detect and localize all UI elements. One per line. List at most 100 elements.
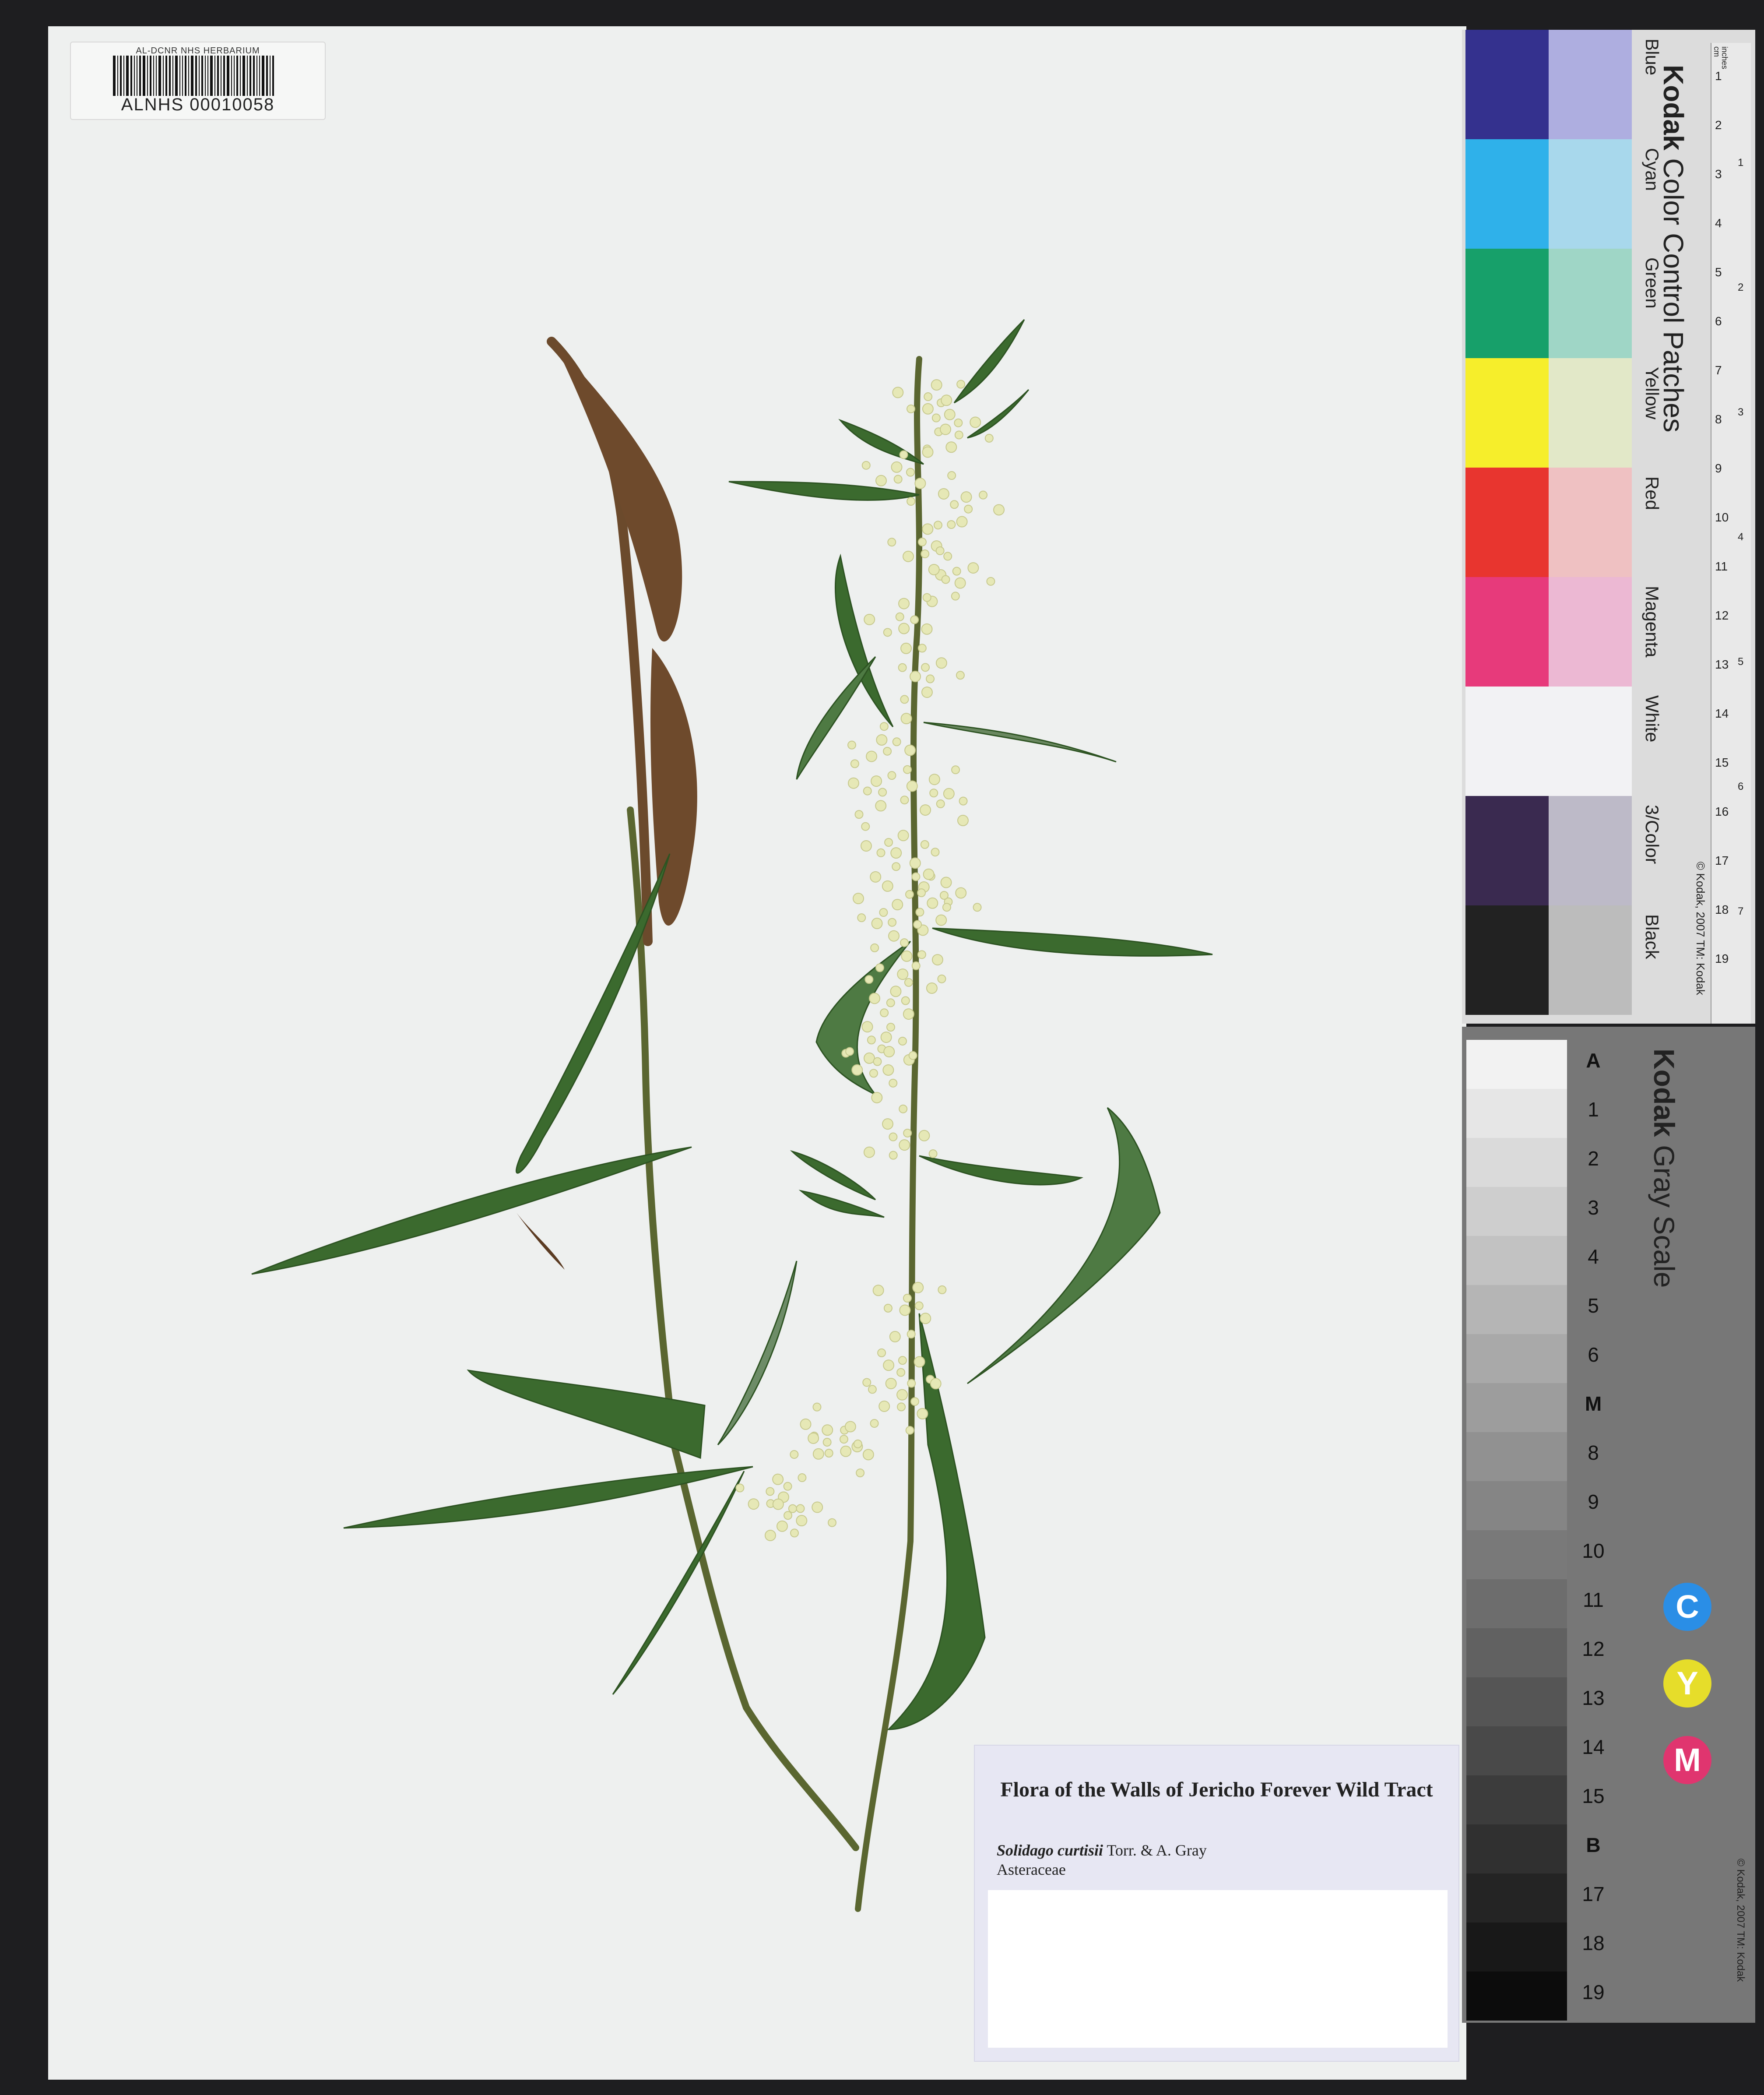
flower-head xyxy=(875,800,887,812)
flower-head xyxy=(898,1356,907,1365)
flower-head xyxy=(921,663,930,672)
ruler-cm-tick: 6 xyxy=(1715,314,1722,328)
flower-head xyxy=(852,893,864,905)
flower-head xyxy=(950,500,959,509)
flower-head xyxy=(959,796,968,806)
ruler-unit-inches: inches xyxy=(1720,46,1729,70)
flower-head xyxy=(905,890,914,899)
flower-head xyxy=(917,1408,928,1419)
flower-head xyxy=(883,746,892,756)
flower-head xyxy=(766,1487,775,1496)
flower-head xyxy=(942,903,951,912)
flower-head xyxy=(861,461,871,470)
flower-head xyxy=(928,563,940,575)
flower-head xyxy=(984,433,994,443)
flower-head xyxy=(869,993,881,1004)
leaf xyxy=(251,1146,692,1275)
flower-head xyxy=(822,1424,833,1436)
gray-step xyxy=(1466,1187,1567,1236)
flower-head xyxy=(893,475,903,484)
flower-head xyxy=(906,468,915,477)
flower-head xyxy=(882,1064,894,1076)
gray-step-label: 11 xyxy=(1583,1588,1604,1611)
ruler-cm-tick: 17 xyxy=(1715,854,1729,867)
flower-head xyxy=(892,737,901,746)
gray-scale-title-text: Gray Scale xyxy=(1648,1145,1680,1288)
color-patch-light xyxy=(1549,249,1632,358)
flower-head xyxy=(907,404,916,413)
flower-head xyxy=(900,695,909,704)
flower-head xyxy=(879,908,888,917)
flower-head xyxy=(956,516,968,528)
flower-head xyxy=(917,644,927,653)
flower-head xyxy=(931,954,943,966)
gray-step xyxy=(1466,1236,1567,1285)
flower-head xyxy=(904,978,913,987)
cym-marker-m: M xyxy=(1663,1736,1711,1784)
family-name: Asteraceae xyxy=(997,1861,1066,1878)
flower-head xyxy=(812,1448,824,1460)
flower-head xyxy=(870,1419,879,1428)
flower-head xyxy=(876,734,888,746)
flower-head xyxy=(900,713,912,725)
flower-head xyxy=(904,744,916,756)
specimen-stems xyxy=(547,337,922,1912)
flower-head xyxy=(897,830,909,842)
flower-head xyxy=(772,1473,784,1485)
flower-head xyxy=(796,1504,805,1513)
flower-head xyxy=(889,1331,901,1342)
ruler-cm-tick: 3 xyxy=(1715,167,1722,181)
gray-scale-title: Kodak Gray Scale xyxy=(1648,1049,1681,1288)
gray-step xyxy=(1466,1481,1567,1530)
flower-head xyxy=(882,1118,894,1130)
color-patch-3color xyxy=(1465,796,1549,905)
flower-head xyxy=(951,592,960,601)
flower-head xyxy=(921,549,930,559)
flower-head xyxy=(889,1132,898,1141)
flower-head xyxy=(922,403,934,415)
flower-head xyxy=(864,1052,875,1064)
gray-step xyxy=(1466,1628,1567,1677)
flower-head xyxy=(875,475,887,486)
flower-head xyxy=(912,1282,924,1293)
flower-head xyxy=(898,663,907,672)
flower-head xyxy=(947,471,956,480)
flower-head xyxy=(796,1515,808,1527)
gray-step-label: A xyxy=(1586,1049,1601,1072)
flower-head xyxy=(850,759,859,768)
gray-step-labels: A 1 2 3 4 5 6 M 8 9 10 11 12 13 14 15 B 17 18 19 xyxy=(1567,1027,1620,2023)
gray-scale-card: A 1 2 3 4 5 6 M 8 9 10 11 12 13 14 15 B 17 18 19 Kodak Gray… xyxy=(1462,1027,1755,2023)
gray-step xyxy=(1466,1775,1567,1824)
flower-head xyxy=(880,1008,889,1018)
flower-head xyxy=(828,1518,837,1527)
flower-head xyxy=(840,1445,852,1457)
ruler-cm-tick: 12 xyxy=(1715,609,1729,622)
flower-head xyxy=(910,671,921,683)
flower-head xyxy=(941,575,950,584)
ruler-inch-tick: 7 xyxy=(1738,905,1744,917)
flower-head xyxy=(790,1528,799,1538)
flower-head xyxy=(824,1449,833,1458)
flower-head xyxy=(870,943,879,952)
flower-head xyxy=(908,1051,917,1060)
flower-head xyxy=(903,1294,912,1303)
flower-head xyxy=(866,750,878,762)
flower-head xyxy=(764,1529,776,1541)
gray-step-label: 17 xyxy=(1582,1883,1605,1905)
lateral-stem xyxy=(627,806,859,1851)
flower-head xyxy=(776,1520,788,1532)
flower-head xyxy=(844,1421,856,1433)
flower-head xyxy=(931,413,941,423)
gray-step xyxy=(1466,1432,1567,1481)
flower-head xyxy=(887,771,896,780)
flower-head xyxy=(920,804,931,816)
flower-head xyxy=(928,774,940,785)
ruler-unit-cm: cm xyxy=(1712,46,1721,57)
flower-head xyxy=(892,899,903,911)
flower-head xyxy=(906,780,918,792)
flower-head xyxy=(800,1418,812,1430)
flower-head xyxy=(957,815,969,827)
flower-head xyxy=(910,615,919,624)
flower-head xyxy=(879,722,889,731)
flower-head xyxy=(903,765,912,774)
